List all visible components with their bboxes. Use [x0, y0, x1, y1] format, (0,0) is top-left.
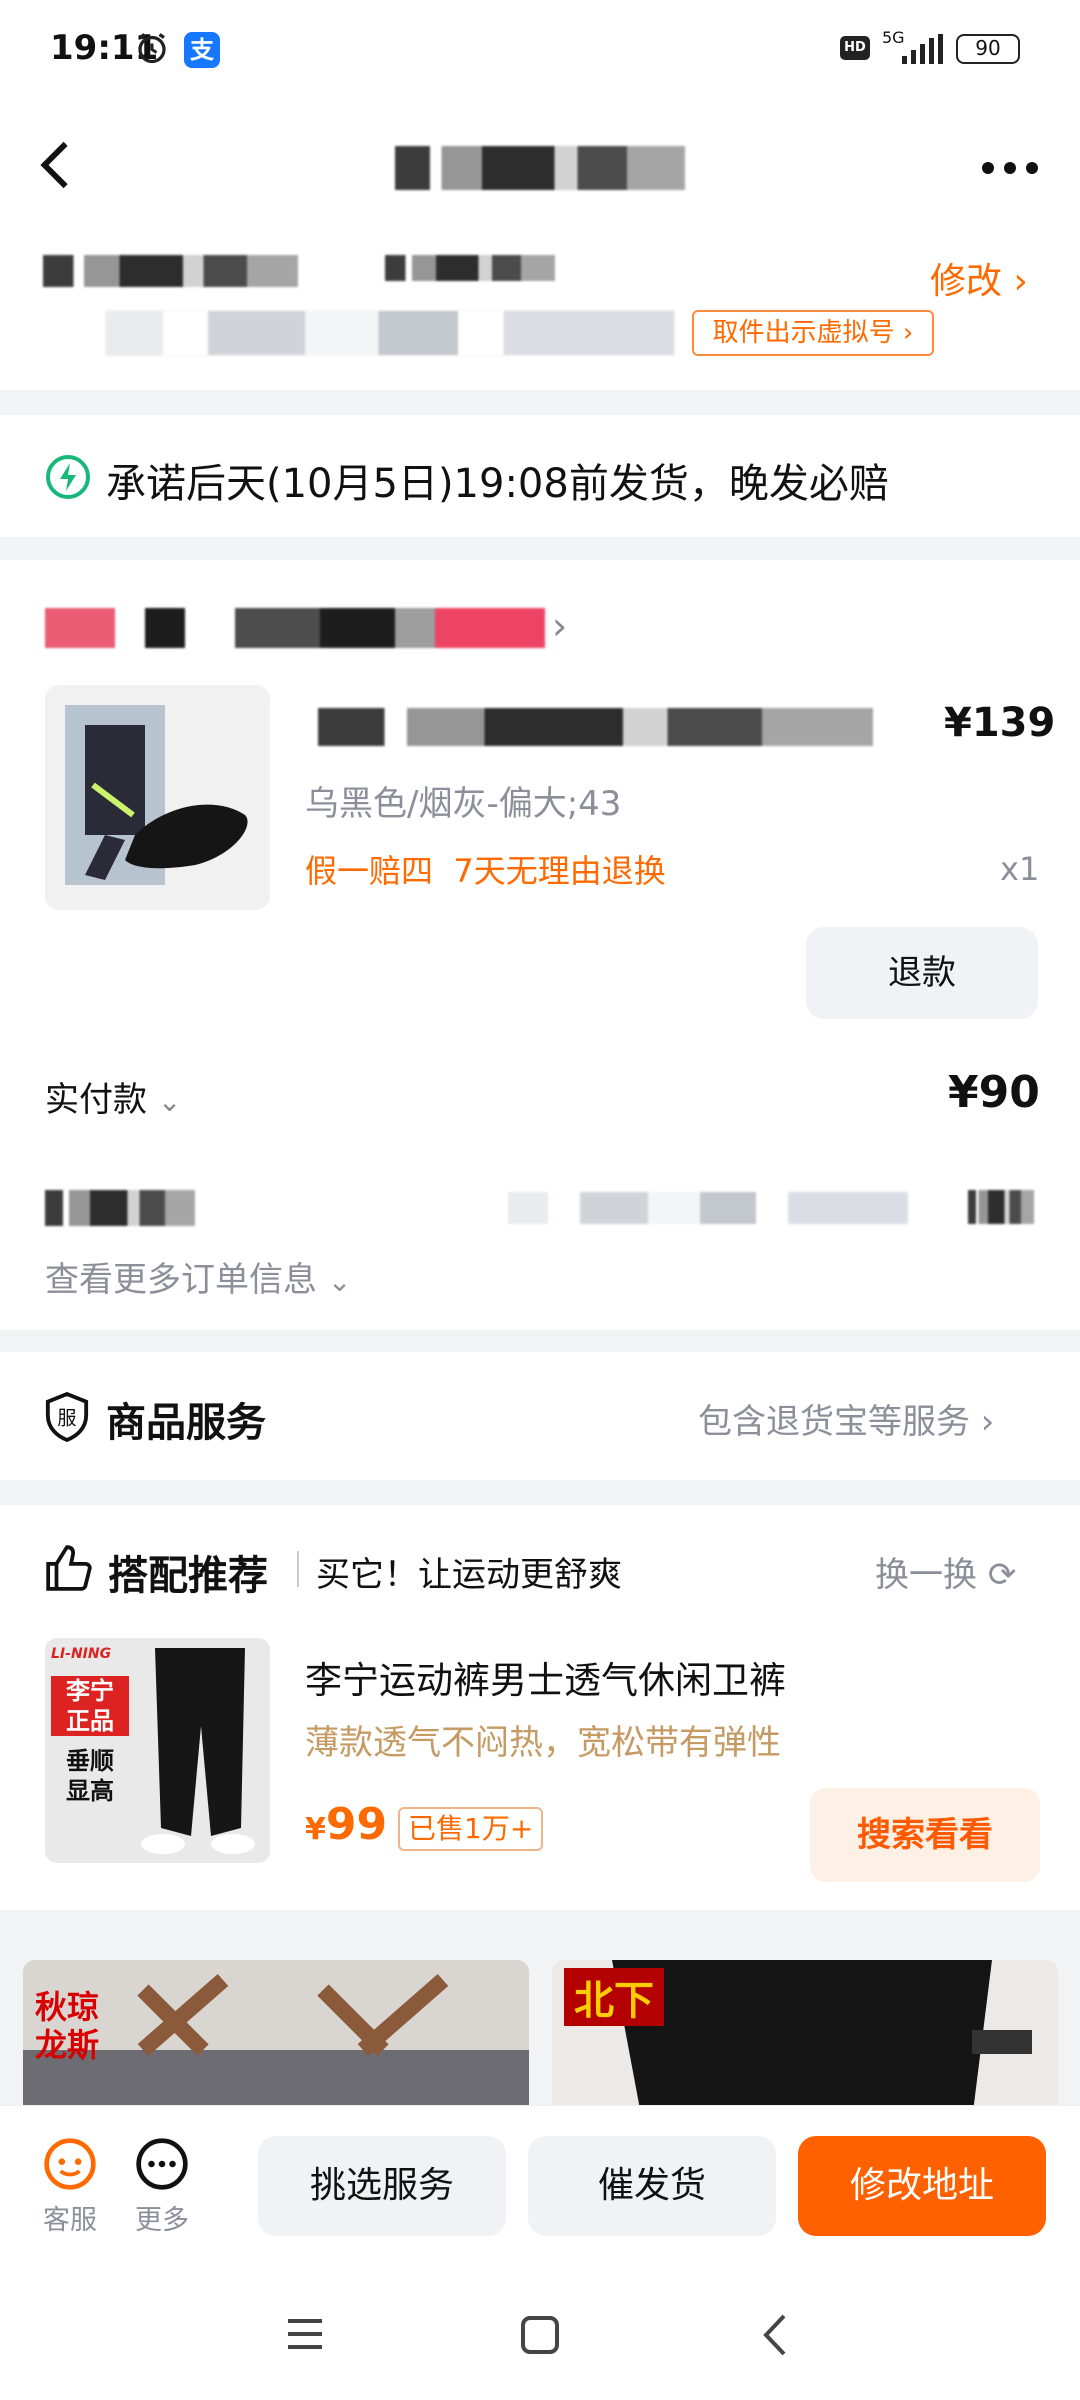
- edit-address-link[interactable]: 修改 ›: [930, 252, 1028, 304]
- address-section: 修改 › 取件出示虚拟号 ›: [0, 210, 1080, 390]
- order-info-right-redacted: [968, 1190, 1034, 1224]
- header: [0, 100, 1080, 210]
- price-value: 99: [325, 1799, 388, 1850]
- customer-service-icon: [44, 2138, 96, 2190]
- refresh-icon: ⟳: [987, 1555, 1017, 1595]
- image-text-1: 李宁: [66, 1677, 114, 1705]
- order-info-left-redacted: [45, 1190, 195, 1226]
- paid-amount: ¥90: [948, 1067, 1040, 1118]
- urge-shipping-button[interactable]: 催发货: [528, 2136, 776, 2236]
- more-info-label: 查看更多订单信息: [45, 1260, 317, 1300]
- battery-icon: 90: [956, 34, 1020, 64]
- chevron-right-icon: ›: [970, 1402, 995, 1442]
- image-text-3: 垂顺: [66, 1747, 114, 1775]
- product-quantity: x1: [1000, 850, 1040, 888]
- chevron-down-icon: ⌄: [157, 1085, 182, 1118]
- recommend-product-desc: 薄款透气不闷热，宽松带有弹性: [305, 1723, 781, 1763]
- product-image[interactable]: [45, 685, 270, 910]
- chevron-down-icon: ⌄: [327, 1265, 352, 1298]
- product-guarantee-tags: 假一赔四 7天无理由退换: [305, 852, 666, 890]
- more-order-info-link[interactable]: 查看更多订单信息 ⌄: [45, 1252, 351, 1301]
- lightning-icon: [44, 453, 92, 501]
- feed-card-right[interactable]: 北下: [552, 1960, 1058, 2120]
- svg-text:服: 服: [57, 1407, 76, 1430]
- feed-right-badge: 北下: [564, 1968, 664, 2026]
- li-ning-logo: LI-NING: [51, 1646, 112, 1662]
- edit-label: 修改: [930, 261, 1003, 302]
- customer-service-label: 客服: [43, 2205, 97, 2236]
- alarm-icon: [134, 30, 170, 66]
- recommend-title: 搭配推荐: [108, 1553, 268, 1599]
- battery-level: 90: [975, 36, 1001, 60]
- order-section: › ¥139 乌黑色/烟灰-偏大;43 假一赔四 7天无理由退换 x1 退款 实…: [0, 560, 1080, 1330]
- pickup-virtual-number-button[interactable]: 取件出示虚拟号 ›: [692, 310, 934, 356]
- refund-button[interactable]: 退款: [806, 927, 1038, 1019]
- nav-back-icon[interactable]: [760, 2313, 790, 2357]
- sold-badge: 已售1万+: [398, 1807, 544, 1851]
- chevron-right-icon: ›: [894, 318, 914, 348]
- promise-text: 承诺后天(10月5日)19:08前发货，晚发必赔: [106, 461, 889, 507]
- more-icon: [136, 2138, 188, 2190]
- chevron-right-icon: ›: [1013, 261, 1028, 302]
- shop-name-redacted[interactable]: [45, 608, 545, 648]
- refresh-button[interactable]: 换一换 ⟳: [875, 1547, 1016, 1596]
- customer-service-button[interactable]: 客服: [38, 2136, 102, 2237]
- shield-icon: 服: [44, 1392, 90, 1442]
- service-title: 商品服务: [106, 1400, 266, 1446]
- menu-icon[interactable]: [286, 2317, 324, 2351]
- back-icon[interactable]: [36, 140, 76, 190]
- product-title-redacted: [318, 708, 873, 746]
- recommend-section: 搭配推荐 买它！让运动更舒爽 换一换 ⟳ LI-NING 李宁 正品 垂顺 显高…: [0, 1505, 1080, 1910]
- modify-address-button[interactable]: 修改地址: [798, 2136, 1046, 2236]
- feed-left-text-1: 秋: [35, 1988, 68, 2026]
- pickup-label: 取件出示虚拟号: [712, 318, 895, 348]
- paid-label-row[interactable]: 实付款 ⌄: [45, 1072, 181, 1121]
- system-nav-bar: [0, 2275, 1080, 2400]
- service-desc: 包含退货宝等服务: [698, 1402, 970, 1442]
- feed-left-text-2: 琼: [67, 1988, 100, 2026]
- feed-card-left[interactable]: 秋琼 龙斯: [23, 1960, 529, 2120]
- address-name-redacted: [43, 255, 298, 287]
- feed-left-text: 秋琼 龙斯: [35, 1988, 111, 2064]
- address-phone-redacted: [385, 255, 555, 281]
- hd-icon: HD: [840, 36, 870, 60]
- title-divider: [297, 1551, 299, 1587]
- more-button[interactable]: 更多: [130, 2136, 194, 2237]
- image-text-4: 显高: [66, 1777, 114, 1805]
- image-text-2: 正品: [66, 1707, 114, 1735]
- service-desc-link[interactable]: 包含退货宝等服务 ›: [698, 1394, 994, 1443]
- recommend-product-image[interactable]: LI-NING 李宁 正品 垂顺 显高: [45, 1638, 270, 1863]
- order-info-middle-redacted: [508, 1192, 908, 1224]
- refresh-label: 换一换: [875, 1555, 977, 1595]
- alipay-icon: 支: [184, 32, 220, 68]
- page-title-redacted: [395, 146, 685, 190]
- image-badge: 李宁 正品: [51, 1676, 129, 1736]
- product-price: ¥139: [944, 700, 1056, 746]
- address-detail-redacted: [105, 310, 675, 356]
- more-label: 更多: [135, 2205, 189, 2236]
- home-icon[interactable]: [520, 2315, 560, 2355]
- chevron-right-icon: ›: [552, 604, 568, 648]
- pick-service-button[interactable]: 挑选服务: [258, 2136, 506, 2236]
- feed-left-text-4: 斯: [67, 2026, 100, 2064]
- product-variant: 乌黑色/烟灰-偏大;43: [305, 784, 622, 824]
- more-menu-icon[interactable]: [980, 158, 1040, 178]
- feed-left-text-3: 龙: [35, 2026, 68, 2064]
- search-more-button[interactable]: 搜索看看: [810, 1788, 1040, 1882]
- recommend-product-name[interactable]: 李宁运动裤男士透气休闲卫裤: [305, 1650, 786, 1704]
- shipping-promise: 承诺后天(10月5日)19:08前发货，晚发必赔: [0, 415, 1080, 537]
- product-service-row[interactable]: 服 商品服务 包含退货宝等服务 ›: [0, 1352, 1080, 1480]
- signal-icon: [900, 34, 944, 64]
- image-slogan: 垂顺 显高: [51, 1746, 129, 1806]
- thumbs-up-icon: [44, 1543, 94, 1593]
- paid-label: 实付款: [45, 1080, 147, 1120]
- recommend-product-price: ¥99: [305, 1799, 387, 1850]
- recommend-subtitle: 买它！让运动更舒爽: [316, 1555, 622, 1595]
- currency-symbol: ¥: [305, 1812, 326, 1847]
- status-bar: 19:11 支 HD 5G 90: [0, 0, 1080, 100]
- bottom-action-bar: 客服 更多 挑选服务 催发货 修改地址: [0, 2105, 1080, 2275]
